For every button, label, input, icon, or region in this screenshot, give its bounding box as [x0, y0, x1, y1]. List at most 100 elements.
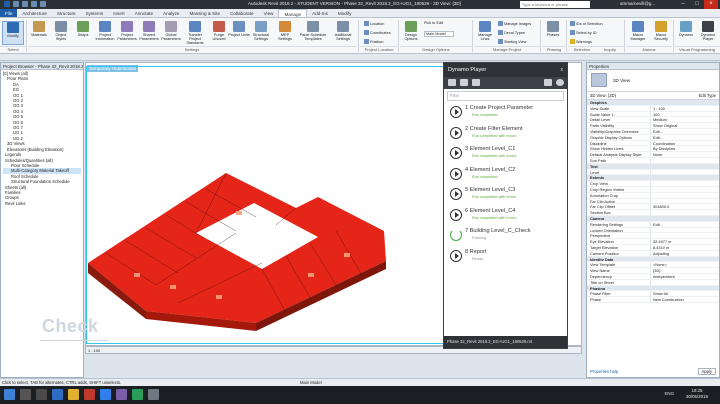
apply-button[interactable]: Apply: [697, 368, 716, 375]
property-value[interactable]: [650, 279, 719, 285]
undo-icon[interactable]: [31, 1, 37, 7]
tab-insert[interactable]: Insert: [108, 9, 130, 17]
project-units-button[interactable]: Project Units: [228, 21, 250, 45]
property-value[interactable]: [650, 192, 719, 198]
snaps-button[interactable]: Snaps: [72, 21, 94, 45]
list-item[interactable]: 8 Report Ready: [448, 247, 567, 268]
user-account[interactable]: ammarnevill@g...: [620, 1, 655, 6]
play-icon[interactable]: [450, 167, 462, 180]
tree-item[interactable]: Structural Foundation Schedule: [3, 179, 81, 184]
main-model-select[interactable]: Main Model: [424, 31, 454, 37]
dynamo-button[interactable]: Dynamo: [675, 21, 697, 45]
search-icon[interactable]: [20, 389, 31, 400]
property-value[interactable]: Show Original: [650, 123, 719, 128]
property-value[interactable]: 8.4310 m: [650, 244, 719, 250]
property-value[interactable]: [650, 157, 719, 163]
manage-links-button[interactable]: Manage Links: [474, 21, 496, 45]
search-input[interactable]: Type a keyword or phrase: [520, 1, 590, 8]
list-item[interactable]: 4 Element Level_C2 Run completed: [448, 165, 567, 186]
filter-input[interactable]: Filter: [447, 91, 564, 101]
property-value[interactable]: By Discipline: [650, 146, 719, 152]
play-icon[interactable]: [450, 126, 462, 139]
purge-unused-button[interactable]: Purge Unused: [208, 21, 230, 45]
property-value[interactable]: Adjusting: [650, 250, 719, 256]
dynamo-player-button[interactable]: Dynamo Player: [697, 21, 719, 45]
additional-settings-button[interactable]: Additional Settings: [330, 21, 356, 45]
manage-images-button[interactable]: Manage Images: [498, 21, 531, 26]
type-selector[interactable]: 3D View: [587, 70, 719, 92]
tab-view[interactable]: View: [259, 9, 279, 17]
materials-button[interactable]: Materials: [28, 21, 50, 45]
list-item[interactable]: 7 Building Level_C_Check Running: [448, 226, 567, 247]
play-icon[interactable]: [450, 188, 462, 200]
panel-schedule-templates-button[interactable]: Panel Schedule Templates: [298, 21, 328, 45]
sort-icon[interactable]: [472, 79, 480, 86]
property-value[interactable]: Show All: [650, 291, 719, 297]
macro-security-button[interactable]: Macro Security: [650, 21, 672, 45]
global-parameters-button[interactable]: Global Parameters: [160, 21, 182, 45]
coordinates-button[interactable]: Coordinates: [364, 30, 390, 35]
property-value[interactable]: [650, 227, 719, 233]
warnings-button[interactable]: Warnings: [570, 39, 592, 44]
mep-settings-button[interactable]: MEP Settings: [274, 21, 296, 45]
property-value[interactable]: 32.4977 m: [650, 239, 719, 244]
tab-analyze[interactable]: Analyze: [158, 9, 184, 17]
property-value[interactable]: Edit...: [650, 221, 719, 227]
quick-access-toolbar[interactable]: [4, 1, 46, 7]
property-value[interactable]: 304800.0: [650, 204, 719, 210]
property-value[interactable]: <None>: [650, 262, 719, 268]
property-value[interactable]: Coordination: [650, 140, 719, 146]
open-folder-icon[interactable]: [460, 79, 468, 86]
play-icon[interactable]: [450, 249, 462, 262]
property-value[interactable]: Edit...: [650, 128, 719, 134]
app-icon[interactable]: [132, 389, 143, 400]
refresh-icon[interactable]: [544, 79, 552, 86]
instance-selector[interactable]: 3D View: {3D} Edit Type: [587, 92, 719, 100]
file-explorer-icon[interactable]: [68, 389, 79, 400]
design-options-button[interactable]: Design Options: [400, 21, 422, 45]
macro-manager-button[interactable]: Macro Manager: [627, 21, 649, 45]
edit-type-button[interactable]: Edit Type: [699, 93, 716, 98]
minimize-icon[interactable]: –: [676, 0, 690, 9]
play-icon[interactable]: [450, 208, 462, 221]
redo-icon[interactable]: [40, 1, 46, 7]
tab-annotate[interactable]: Annotate: [130, 9, 158, 17]
language-indicator[interactable]: ENG: [664, 391, 674, 396]
property-value[interactable]: [650, 198, 719, 204]
close-icon[interactable]: ×: [704, 0, 718, 9]
start-icon[interactable]: [4, 389, 15, 400]
property-value[interactable]: New Construction: [650, 297, 719, 302]
tab-collaborate[interactable]: Collaborate: [225, 9, 259, 17]
ids-of-selection-button[interactable]: IDs of Selection: [570, 21, 603, 26]
tab-manage[interactable]: Manage: [278, 9, 308, 17]
pick-to-edit-button[interactable]: Pick to Edit: [424, 21, 443, 25]
property-value[interactable]: [650, 169, 719, 175]
property-value[interactable]: [650, 181, 719, 186]
list-item[interactable]: 2 Create Filter Element Run completed wit…: [448, 124, 567, 145]
property-value[interactable]: 100: [650, 111, 719, 117]
maximize-icon[interactable]: □: [690, 0, 704, 9]
task-view-icon[interactable]: [36, 389, 47, 400]
tab-add-ins[interactable]: Add-Ins: [307, 9, 333, 17]
property-value[interactable]: Edit...: [650, 134, 719, 140]
revit-logo-icon[interactable]: [4, 1, 10, 7]
tab-systems[interactable]: Systems: [81, 9, 109, 17]
tab-file[interactable]: File: [0, 9, 18, 17]
open-icon[interactable]: [13, 1, 19, 7]
view-scale-label[interactable]: 1 : 100: [88, 348, 100, 353]
tab-architecture[interactable]: Architecture: [17, 9, 52, 17]
decal-types-button[interactable]: Decal Types: [498, 30, 525, 35]
starting-view-button[interactable]: Starting View: [498, 39, 526, 44]
properties-help-link[interactable]: Properties help: [590, 369, 618, 374]
play-icon[interactable]: [450, 106, 462, 118]
property-value[interactable]: Independent: [650, 273, 719, 279]
structural-settings-button[interactable]: Structural Settings: [250, 21, 272, 45]
location-button[interactable]: Location: [364, 21, 384, 26]
list-item[interactable]: 6 Element Level_C4 Run completed with err…: [448, 206, 567, 227]
app-icon[interactable]: [116, 389, 127, 400]
shared-parameters-button[interactable]: Shared Parameters: [138, 21, 160, 45]
tab-structure[interactable]: Structure: [52, 9, 81, 17]
app-icon[interactable]: [148, 389, 159, 400]
transfer-project-standards-button[interactable]: Transfer Project Standards: [182, 21, 208, 45]
property-value[interactable]: {3D}: [650, 268, 719, 273]
